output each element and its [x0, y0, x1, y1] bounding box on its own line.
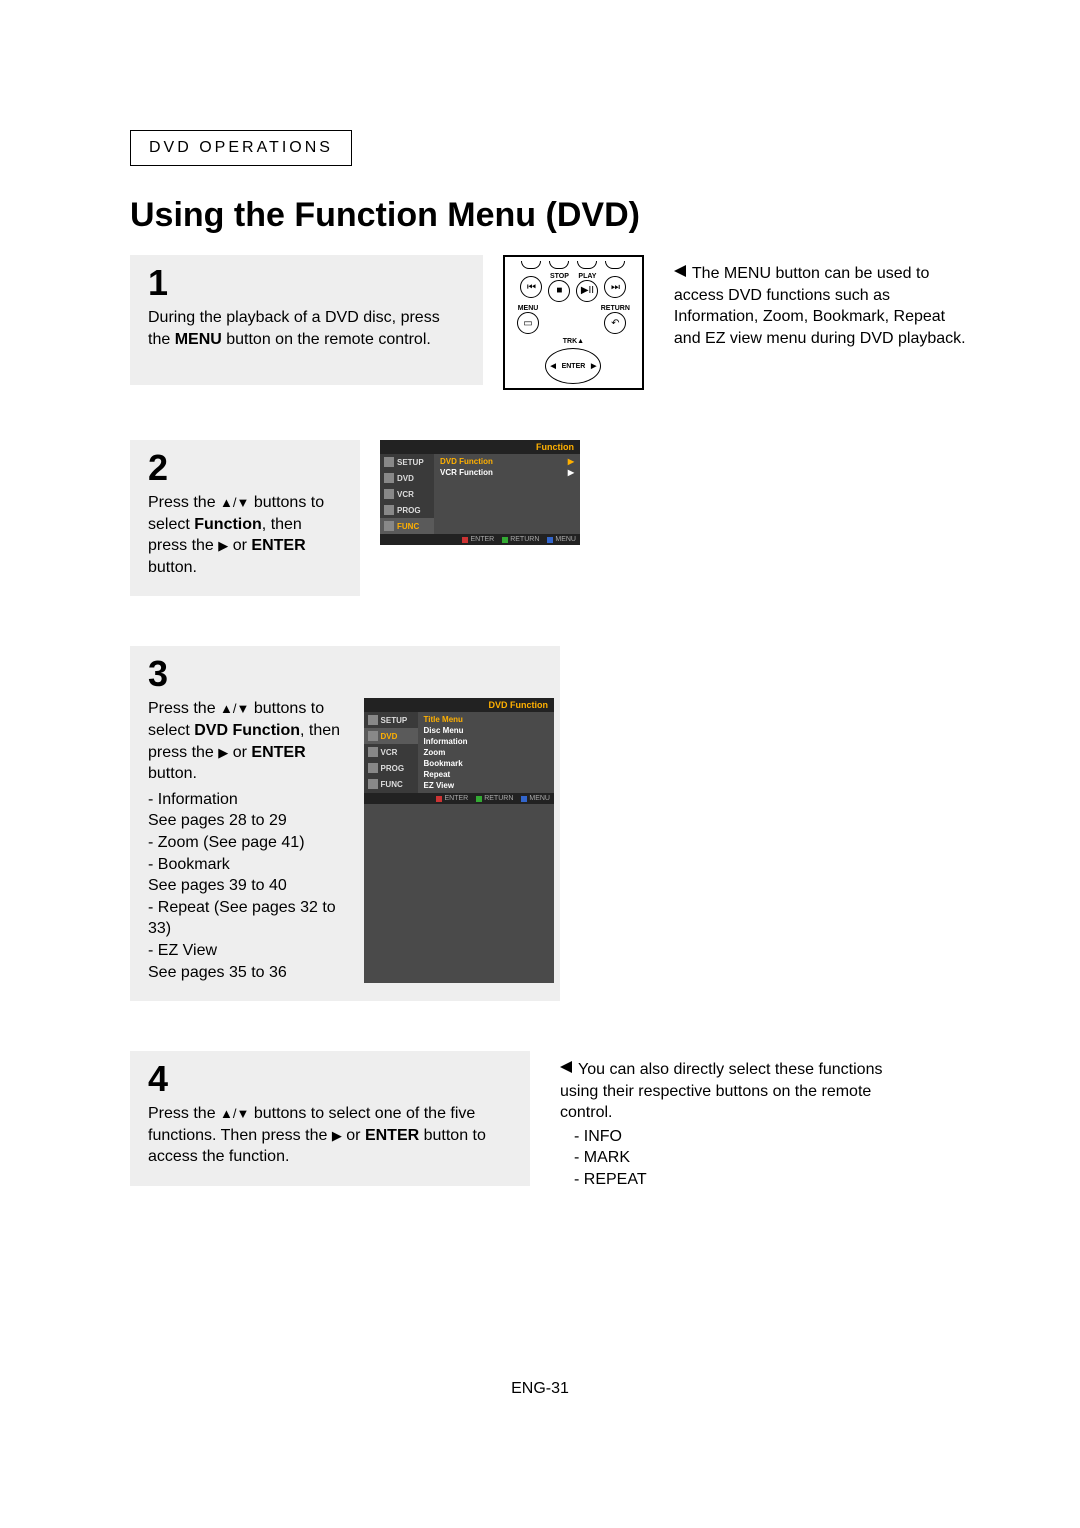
list-item: - Repeat (See pages 32 to 33) — [148, 897, 358, 940]
remote-diagram: ⏮ STOP ■ PLAY ▶II ⏭ MENU ▭ RETURN ↶ — [503, 255, 644, 390]
remote-next-icon: ⏭ — [604, 276, 626, 298]
osd-menu-item: Title Menu — [422, 714, 550, 725]
step-1: 1 During the playback of a DVD disc, pre… — [130, 255, 970, 390]
list-item: - EZ View See pages 35 to 36 — [148, 940, 358, 983]
note-arrow-icon — [674, 265, 686, 277]
step-1-body: 1 During the playback of a DVD disc, pre… — [130, 255, 483, 385]
step-2-body: 2 Press the ▲/▼ buttons to select Functi… — [130, 440, 360, 596]
remote-stop-icon: ■ — [548, 280, 570, 302]
osd-header: Function — [380, 440, 580, 454]
osd-main: DVD Function▶ VCR Function▶ — [434, 454, 580, 534]
osd-menu-item: Zoom — [422, 747, 550, 758]
step-4-note: You can also directly select these funct… — [560, 1051, 900, 1191]
step-3-bullets: - Information See pages 28 to 29- Zoom (… — [148, 789, 358, 983]
page-number: ENG-31 — [0, 1380, 1080, 1398]
list-item: - Bookmark See pages 39 to 40 — [148, 854, 358, 897]
remote-return-icon: ↶ — [604, 312, 626, 334]
remote-menu-icon: ▭ — [517, 312, 539, 334]
list-item: - Information See pages 28 to 29 — [148, 789, 358, 832]
step-2-number: 2 — [148, 450, 342, 486]
osd2-header: DVD Function — [364, 698, 554, 712]
osd-menu-item: EZ View — [422, 780, 550, 791]
step-1-text: During the playback of a DVD disc, press… — [148, 307, 465, 350]
step-2-text: Press the ▲/▼ buttons to select Function… — [148, 492, 342, 578]
note-arrow-icon — [560, 1061, 572, 1073]
step-3-number: 3 — [148, 656, 554, 692]
step-4-number: 4 — [148, 1061, 512, 1097]
list-item: - Zoom (See page 41) — [148, 832, 358, 854]
step-4-body: 4 Press the ▲/▼ buttons to select one of… — [130, 1051, 530, 1186]
osd-sidebar: SETUP DVD VCR PROG FUNC — [380, 454, 434, 534]
step-3-text: Press the ▲/▼ buttons to select DVD Func… — [148, 698, 358, 784]
osd-menu-item: Disc Menu — [422, 725, 550, 736]
step-2: 2 Press the ▲/▼ buttons to select Functi… — [130, 440, 970, 596]
step-1-note: The MENU button can be used to access DV… — [674, 255, 970, 349]
osd-dvd-function-menu: DVD Function SETUP DVD VCR PROG FUNC Tit… — [364, 698, 554, 983]
osd-function-menu: Function SETUP DVD VCR PROG FUNC DVD Fun… — [380, 440, 580, 545]
step-3: 3 Press the ▲/▼ buttons to select DVD Fu… — [130, 646, 970, 1001]
osd-menu-item: Bookmark — [422, 758, 550, 769]
remote-prev-icon: ⏮ — [520, 276, 542, 298]
osd-footer: ENTER RETURN MENU — [380, 534, 580, 545]
remote-play-icon: ▶II — [576, 280, 598, 302]
step-1-number: 1 — [148, 265, 465, 301]
step-4: 4 Press the ▲/▼ buttons to select one of… — [130, 1051, 970, 1191]
step-4-note-list: INFO MARK REPEAT — [574, 1126, 900, 1191]
osd-menu-item: Information — [422, 736, 550, 747]
section-header-box: DVD OPERATIONS — [130, 130, 352, 166]
step-3-body: 3 Press the ▲/▼ buttons to select DVD Fu… — [130, 646, 560, 1001]
page-title: Using the Function Menu (DVD) — [130, 196, 970, 235]
osd-menu-item: Repeat — [422, 769, 550, 780]
step-4-text: Press the ▲/▼ buttons to select one of t… — [148, 1103, 512, 1168]
section-header: DVD OPERATIONS — [149, 139, 333, 156]
remote-nav-pad: ◀ ENTER ▶ — [545, 348, 601, 384]
